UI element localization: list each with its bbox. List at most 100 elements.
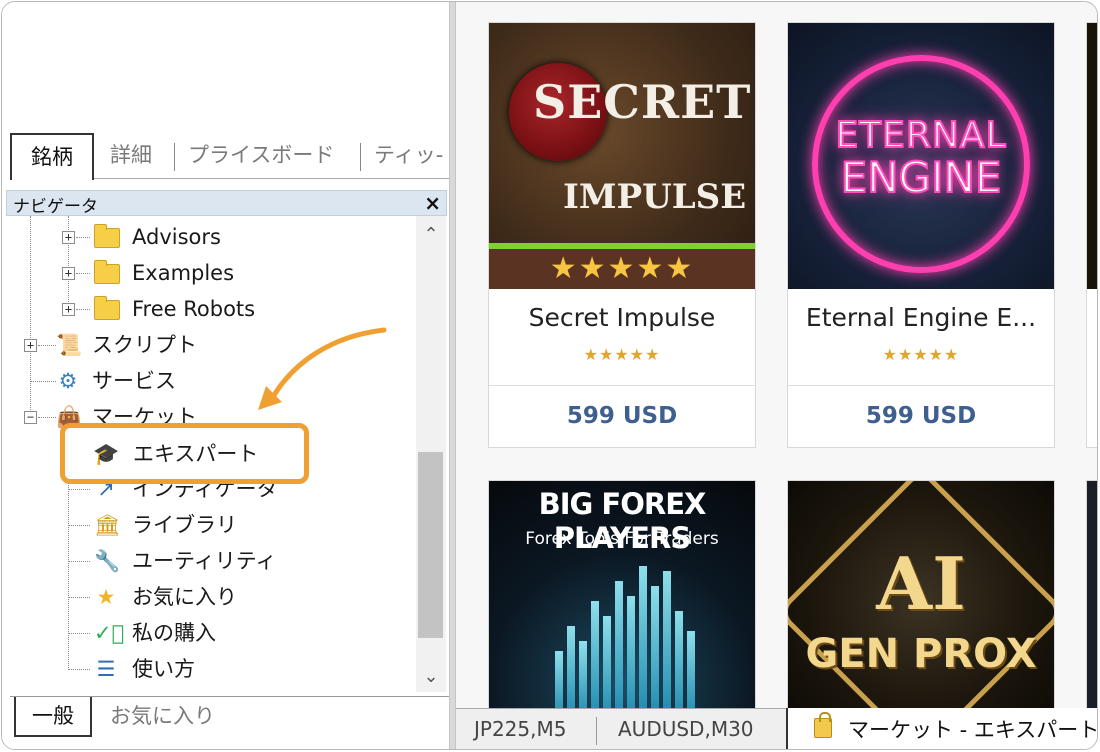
product-price[interactable]: 599 USD: [788, 403, 1054, 429]
tree-guide-line: [68, 669, 90, 670]
product-name[interactable]: Secret Impulse: [489, 303, 755, 332]
graduation-cap-icon: 🎓: [93, 442, 120, 466]
product-card[interactable]: AI GEN PROX: [787, 480, 1055, 708]
product-name[interactable]: Eternal Engine E...: [788, 303, 1054, 332]
tree-item-utilities[interactable]: 🔧 ユーティリティ: [6, 544, 406, 578]
product-image[interactable]: [1087, 23, 1097, 289]
tree-guide-line: [30, 381, 56, 382]
chart-tab-market-experts[interactable]: マーケット - エキスパート: [786, 708, 1098, 749]
tree-item-free-robots[interactable]: + Free Robots: [6, 292, 406, 326]
card-divider: [489, 385, 755, 386]
tab-common[interactable]: 一般: [14, 697, 92, 737]
library-icon: 🏛: [94, 513, 121, 537]
tree-item-label: スクリプト: [92, 333, 197, 357]
product-image[interactable]: SECRET IMPULSE ★★★★★: [489, 23, 755, 289]
tree-item-experts[interactable]: 🎓 エキスパート: [60, 423, 309, 484]
product-card[interactable]: SECRET IMPULSE ★★★★★ Secret Impulse ★★★★…: [488, 22, 756, 448]
left-pane: 銘柄 詳細 プライスボード ティッ- ナビゲータ × + Advisors + …: [2, 2, 450, 749]
tab-price-board[interactable]: プライスボード: [188, 133, 334, 179]
tab-details[interactable]: 詳細: [110, 133, 152, 179]
folder-icon: [94, 296, 120, 320]
close-icon[interactable]: ×: [424, 191, 441, 215]
folder-icon: [94, 224, 120, 248]
tree-guide-line: [76, 237, 90, 238]
image-rating-stars: ★★★★★: [549, 251, 695, 286]
product-card[interactable]: BIG FOREX PLAYERS Forex Tools For Trader…: [488, 480, 756, 708]
product-card-partial[interactable]: [1086, 480, 1097, 708]
collapse-minus-icon[interactable]: −: [24, 411, 37, 424]
tree-item-label: サービス: [92, 369, 176, 393]
product-image-subtitle: GEN PROX: [805, 631, 1037, 677]
chart-tab-jp225[interactable]: JP225,M5: [474, 717, 566, 741]
market-bag-icon: [814, 712, 832, 738]
product-price[interactable]: 599 USD: [489, 403, 755, 429]
product-image-title: SECRET: [533, 75, 752, 129]
scroll-down-icon[interactable]: ⌄: [416, 662, 446, 692]
product-image-subtitle: ENGINE: [840, 152, 1003, 203]
tree-guide-line: [68, 561, 90, 562]
tree-guide-line: [38, 417, 56, 418]
expand-plus-icon[interactable]: +: [62, 267, 75, 280]
expand-plus-icon[interactable]: +: [62, 231, 75, 244]
tree-guide-line: [68, 633, 90, 634]
product-image-subtitle: Forex Tools For Traders: [525, 529, 719, 549]
tab-favorites[interactable]: お気に入り: [110, 697, 215, 735]
window-frame: 銘柄 詳細 プライスボード ティッ- ナビゲータ × + Advisors + …: [1, 1, 1098, 750]
tree-guide-line: [76, 309, 90, 310]
tree-item-label: 使い方: [132, 657, 195, 681]
script-icon: 📜: [56, 333, 83, 357]
tree-guide-line: [68, 597, 90, 598]
product-image[interactable]: AI GEN PROX: [788, 481, 1054, 708]
tree-item-advisors[interactable]: + Advisors: [6, 220, 406, 254]
tree-item-library[interactable]: 🏛 ライブラリ: [6, 508, 406, 542]
tree-item-label: ユーティリティ: [132, 549, 277, 573]
pane-splitter[interactable]: [449, 2, 456, 749]
tab-separator: [174, 143, 175, 171]
star-icon: ★: [96, 585, 116, 609]
tree-item-label: Examples: [132, 261, 235, 285]
tab-symbols[interactable]: 銘柄: [10, 133, 94, 180]
scroll-up-icon[interactable]: ⌃: [416, 220, 446, 250]
product-rating: ★★★★★: [882, 345, 960, 364]
tab-ticks[interactable]: ティッ-: [374, 133, 443, 179]
tab-separator: [360, 143, 361, 171]
market-watch-tabs: 銘柄 詳細 プライスボード ティッ-: [10, 133, 450, 180]
tree-guide-line: [68, 489, 90, 490]
tree-item-label: Advisors: [132, 225, 221, 249]
service-icon: ⚙: [58, 369, 78, 393]
tree-guide-line: [68, 525, 90, 526]
tree-item-my-purchases[interactable]: ✓⃝ 私の購入: [6, 616, 406, 650]
tree-item-how-to-use[interactable]: ☰ 使い方: [6, 652, 406, 686]
expand-plus-icon[interactable]: +: [24, 339, 37, 352]
card-divider: [788, 385, 1054, 386]
check-circle-icon: ✓⃝: [94, 621, 125, 645]
expand-plus-icon[interactable]: +: [62, 303, 75, 316]
navigator-scrollbar[interactable]: ⌃ ⌄: [416, 216, 446, 692]
product-image-title: AI: [876, 541, 966, 626]
scrollbar-thumb[interactable]: [418, 452, 443, 638]
product-image-title: ETERNAL: [834, 114, 1007, 157]
product-image[interactable]: BIG FOREX PLAYERS Forex Tools For Trader…: [489, 481, 755, 708]
market-panel: SECRET IMPULSE ★★★★★ Secret Impulse ★★★★…: [456, 2, 1097, 708]
callout-arrow-icon: [258, 327, 387, 410]
tree-item-label: お気に入り: [132, 585, 237, 609]
navigator-header: ナビゲータ ×: [6, 190, 447, 217]
chart-tab-audusd[interactable]: AUDUSD,M30: [618, 717, 754, 741]
tree-guide-line: [76, 273, 90, 274]
tab-separator: [596, 717, 597, 745]
tree-item-label: ライブラリ: [132, 513, 237, 537]
folder-icon: [94, 260, 120, 284]
chart-tab-label: マーケット - エキスパート: [848, 718, 1098, 742]
navigator-tabs: 一般 お気に入り: [10, 696, 450, 742]
chart-tab-bar: JP225,M5 AUDUSD,M30 マーケット - エキスパート: [456, 708, 1098, 749]
product-card-partial[interactable]: [1086, 22, 1097, 448]
tree-item-label: 私の購入: [132, 621, 216, 645]
product-card[interactable]: ETERNAL ENGINE Eternal Engine E... ★★★★★…: [787, 22, 1055, 448]
product-rating: ★★★★★: [583, 345, 661, 364]
tree-item-favorites[interactable]: ★ お気に入り: [6, 580, 406, 614]
tree-item-examples[interactable]: + Examples: [6, 256, 406, 290]
navigator-title: ナビゲータ: [13, 197, 98, 217]
product-image[interactable]: ETERNAL ENGINE: [788, 23, 1054, 289]
tree-item-label: Free Robots: [132, 297, 256, 321]
product-image-subtitle: IMPULSE: [563, 177, 747, 217]
